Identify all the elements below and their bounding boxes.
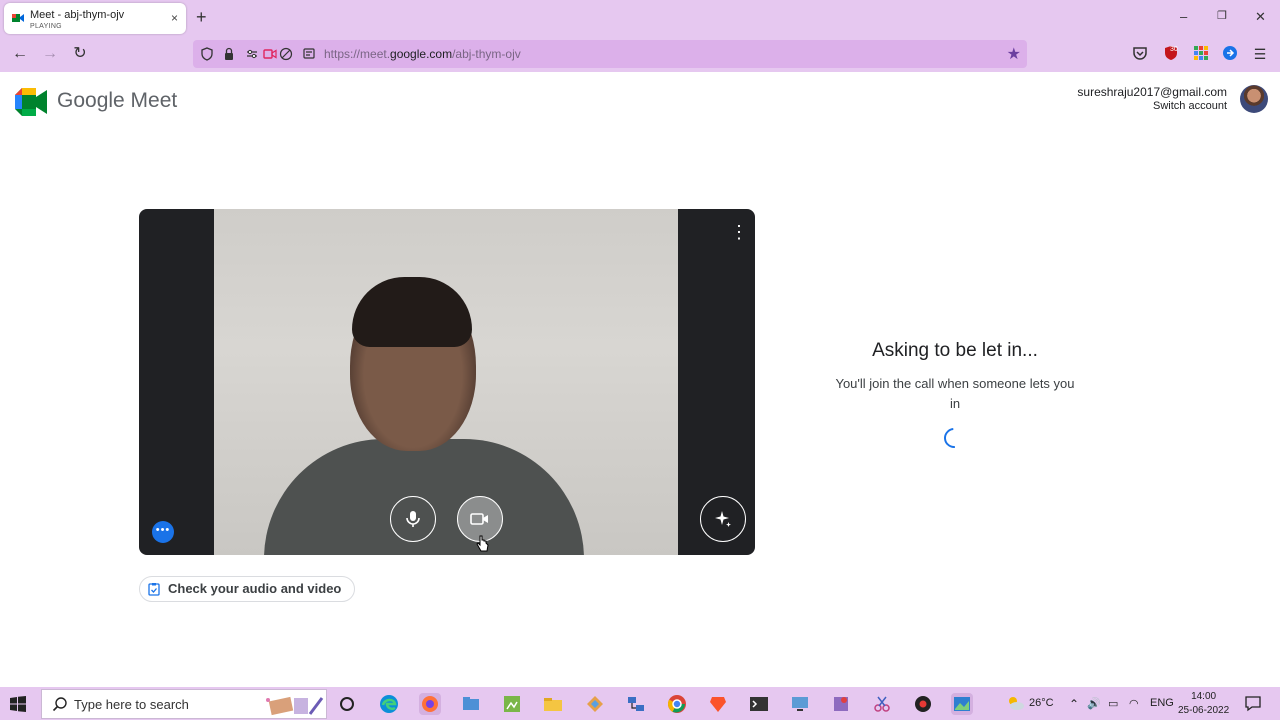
pocket-icon[interactable] xyxy=(1131,44,1149,62)
minimize-button[interactable]: – xyxy=(1180,9,1187,24)
shield-icon[interactable] xyxy=(200,47,214,61)
translate-extension-icon[interactable] xyxy=(1221,44,1239,62)
chrome-icon[interactable] xyxy=(666,693,688,715)
microphone-button[interactable] xyxy=(390,496,436,542)
permissions-icon[interactable] xyxy=(245,47,259,61)
meet-favicon-icon xyxy=(12,14,24,22)
address-bar[interactable]: https://meet.google.com/abj-thym-ojv ★ xyxy=(193,40,1027,68)
snipping-tool-icon[interactable] xyxy=(871,693,893,715)
clock-date: 25-06-2022 xyxy=(1178,705,1230,716)
network-tool-icon[interactable] xyxy=(625,693,647,715)
grid-extension-icon[interactable] xyxy=(1192,44,1210,62)
remote-desktop-icon[interactable] xyxy=(789,693,811,715)
taskbar-clock[interactable]: 14:00 25-06-2022 xyxy=(1178,690,1229,718)
visual-effects-button[interactable]: ••• xyxy=(152,521,174,543)
effects-button[interactable] xyxy=(700,496,746,542)
folder-icon[interactable] xyxy=(542,693,564,715)
account-info: sureshraju2017@gmail.com Switch account xyxy=(1077,85,1227,112)
forward-button[interactable]: → xyxy=(40,44,60,64)
reload-button[interactable]: ↻ xyxy=(70,44,90,64)
search-highlight-illustration-icon xyxy=(266,696,324,716)
battery-icon[interactable]: ▭ xyxy=(1108,697,1118,710)
microphone-icon xyxy=(406,511,420,527)
file-manager-icon[interactable] xyxy=(460,693,482,715)
search-icon xyxy=(52,697,67,712)
sparkle-icon xyxy=(715,511,731,527)
check-audio-video-button[interactable]: Check your audio and video xyxy=(139,576,356,602)
app-diamond-icon[interactable] xyxy=(584,693,606,715)
language-indicator[interactable]: ENG xyxy=(1150,697,1174,709)
camera-icon xyxy=(470,513,488,525)
google-meet-brand: Google Meet xyxy=(57,89,178,112)
photos-icon[interactable] xyxy=(951,693,973,715)
notifications-icon[interactable] xyxy=(1244,694,1262,712)
check-audio-video-label: Check your audio and video xyxy=(168,581,342,596)
clock-time: 14:00 xyxy=(1191,691,1217,702)
weather-temperature[interactable]: 26°C xyxy=(1029,697,1054,709)
tab-playing-label: PLAYING xyxy=(30,23,62,30)
person-hair xyxy=(352,277,472,347)
svg-text:30: 30 xyxy=(1170,46,1178,53)
ublock-extension-icon[interactable]: 30 xyxy=(1162,44,1180,62)
tab-meet[interactable]: Meet - abj-thym-ojv PLAYING × xyxy=(4,3,186,34)
taskbar-search-box[interactable]: Type here to search xyxy=(41,689,327,719)
edge-icon[interactable] xyxy=(378,693,400,715)
new-tab-button[interactable]: + xyxy=(196,7,207,27)
more-options-button[interactable]: ⋮ xyxy=(730,223,748,245)
clipboard-check-icon xyxy=(148,583,160,596)
terminal-icon[interactable] xyxy=(748,693,770,715)
wifi-icon[interactable]: ◠ xyxy=(1129,697,1139,710)
tab-close-button[interactable]: × xyxy=(171,11,178,25)
media-app-icon[interactable] xyxy=(830,693,852,715)
back-button[interactable]: ← xyxy=(10,44,30,64)
reader-mode-icon[interactable] xyxy=(302,47,316,61)
account-email: sureshraju2017@gmail.com xyxy=(1077,85,1227,99)
lock-icon[interactable] xyxy=(222,47,236,61)
windows-start-icon[interactable] xyxy=(10,696,26,712)
waiting-status-subtitle: You'll join the call when someone lets y… xyxy=(835,376,1075,411)
tab-bar xyxy=(0,0,1280,36)
url-text[interactable]: https://meet.google.com/abj-thym-ojv xyxy=(324,47,521,61)
tray-expand-icon[interactable]: ⌃ xyxy=(1069,697,1079,711)
loading-spinner xyxy=(939,423,969,453)
mouse-cursor-icon xyxy=(476,535,489,552)
microphone-blocked-icon[interactable] xyxy=(279,47,293,61)
video-preview: ⋮ ••• xyxy=(139,209,755,555)
brave-icon[interactable] xyxy=(707,693,729,715)
switch-account-link[interactable]: Switch account xyxy=(1077,100,1227,112)
camera-in-use-icon[interactable] xyxy=(263,47,277,61)
weather-cloud-icon[interactable] xyxy=(1005,694,1025,712)
volume-icon[interactable]: 🔊 xyxy=(1087,697,1101,710)
menu-icon[interactable]: ☰ xyxy=(1250,44,1270,64)
search-placeholder: Type here to search xyxy=(74,697,189,712)
bookmark-star-icon[interactable]: ★ xyxy=(1007,44,1021,64)
waiting-status-title: Asking to be let in... xyxy=(872,340,1038,361)
image-editor-icon[interactable] xyxy=(501,693,523,715)
cortana-icon[interactable] xyxy=(336,693,358,715)
avatar[interactable] xyxy=(1240,85,1268,113)
firefox-icon[interactable] xyxy=(419,693,441,715)
recorder-icon[interactable] xyxy=(912,693,934,715)
google-meet-logo-icon xyxy=(15,88,47,116)
tab-title: Meet - abj-thym-ojv xyxy=(30,9,125,21)
close-window-button[interactable]: ✕ xyxy=(1255,9,1266,25)
restore-button[interactable]: ❐ xyxy=(1217,9,1227,22)
camera-feed xyxy=(214,209,678,555)
